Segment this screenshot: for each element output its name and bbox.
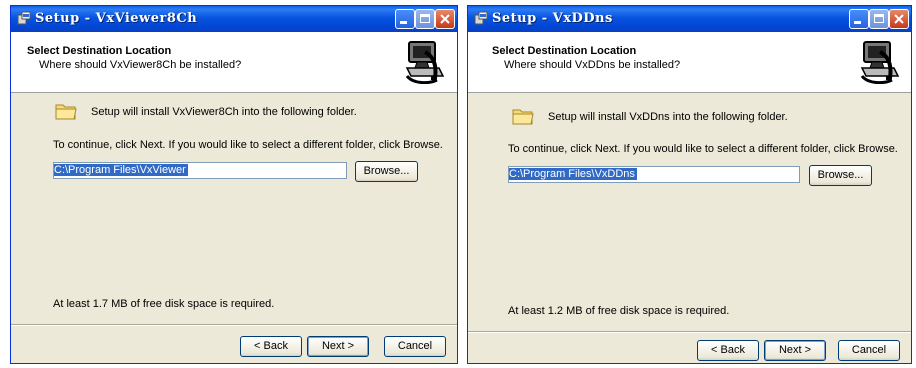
footer-separator: [11, 324, 457, 326]
close-icon[interactable]: [889, 9, 909, 29]
install-info-text: Setup will install VxViewer8Ch into the …: [91, 106, 357, 118]
title-bar[interactable]: Setup - VxViewer8Ch: [11, 6, 457, 32]
continue-instruction: To continue, click Next. If you would li…: [53, 139, 443, 151]
footer-separator: [468, 331, 911, 333]
wizard-header: Select Destination Location Where should…: [468, 32, 911, 93]
header-subtitle: Where should VxViewer8Ch be installed?: [39, 59, 242, 71]
folder-icon: [512, 109, 534, 125]
setup-app-icon: [474, 11, 488, 25]
setup-window-vxddns: Setup - VxDDns Select Destination Locati…: [467, 5, 912, 364]
maximize-icon[interactable]: [869, 9, 889, 29]
install-info-text: Setup will install VxDDns into the follo…: [548, 111, 788, 123]
next-button[interactable]: Next >: [764, 340, 826, 361]
window-title: Setup - VxDDns: [492, 11, 613, 26]
setup-window-vxviewer: Setup - VxViewer8Ch Select Destination L…: [10, 5, 458, 364]
continue-instruction: To continue, click Next. If you would li…: [508, 143, 898, 155]
cancel-button[interactable]: Cancel: [384, 336, 446, 357]
maximize-icon[interactable]: [415, 9, 435, 29]
setup-app-icon: [17, 11, 31, 25]
minimize-icon[interactable]: [395, 9, 415, 29]
computer-install-icon: [858, 38, 902, 84]
cancel-button[interactable]: Cancel: [838, 340, 900, 361]
disk-space-text: At least 1.7 MB of free disk space is re…: [53, 298, 275, 310]
destination-path-input[interactable]: C:\Program Files\VxViewer: [53, 162, 347, 179]
minimize-icon[interactable]: [849, 9, 869, 29]
window-title: Setup - VxViewer8Ch: [35, 11, 198, 26]
next-button[interactable]: Next >: [307, 336, 369, 357]
browse-button[interactable]: Browse...: [809, 165, 872, 186]
computer-install-icon: [403, 38, 447, 84]
destination-path-value: C:\Program Files\VxDDns: [509, 168, 637, 180]
header-subtitle: Where should VxDDns be installed?: [504, 59, 681, 71]
wizard-header: Select Destination Location Where should…: [11, 32, 457, 93]
header-title: Select Destination Location: [27, 45, 172, 57]
disk-space-text: At least 1.2 MB of free disk space is re…: [508, 305, 730, 317]
back-button[interactable]: < Back: [240, 336, 302, 357]
header-title: Select Destination Location: [492, 45, 637, 57]
folder-icon: [55, 104, 77, 120]
destination-path-input[interactable]: C:\Program Files\VxDDns: [508, 166, 800, 183]
destination-path-value: C:\Program Files\VxViewer: [54, 164, 188, 176]
title-bar[interactable]: Setup - VxDDns: [468, 6, 911, 32]
close-icon[interactable]: [435, 9, 455, 29]
browse-button[interactable]: Browse...: [355, 161, 418, 182]
back-button[interactable]: < Back: [697, 340, 759, 361]
